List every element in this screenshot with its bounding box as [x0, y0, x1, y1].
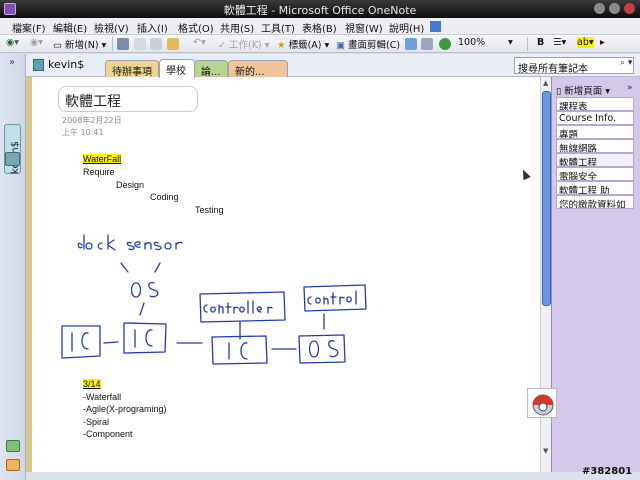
note-date-heading[interactable]: 3/14	[83, 379, 101, 389]
note-list-waterfall[interactable]: -Waterfall	[83, 392, 121, 402]
standard-toolbar: ◉▾ ◉▾ ▭ 新增(N) ▾ ↶▾ ✓ 工作(K) ▾ ★ 標籤(A) ▾ ▣…	[0, 35, 640, 53]
undo-icon[interactable]: ↶▾	[193, 37, 206, 48]
outlook-icon[interactable]	[405, 38, 417, 50]
expand-navigation-icon[interactable]: »	[9, 57, 15, 68]
page-tab-software-engineering-ta[interactable]: 軟體工程 助	[556, 181, 634, 195]
bullets-icon[interactable]: ☰▾	[553, 37, 566, 48]
note-list-agile[interactable]: -Agile(X-programing)	[83, 404, 167, 414]
menu-bar: 檔案(F) 編輯(E) 檢視(V) 插入(I) 格式(O) 共用(S) 工具(T…	[0, 18, 640, 35]
zoom-dropdown-icon[interactable]: ▾	[508, 37, 513, 48]
paste-icon[interactable]	[167, 38, 179, 50]
collapse-page-tabs-icon[interactable]: »	[627, 83, 633, 93]
audio-icon[interactable]	[421, 38, 433, 50]
notebook-icon	[5, 152, 20, 166]
title-bar: 軟體工程 - Microsoft Office OneNote	[0, 0, 640, 18]
tags-button-label: 標籤(A)	[288, 40, 322, 51]
notebook-list-icon[interactable]	[6, 459, 20, 471]
work-button-label: 工作(K)	[228, 40, 262, 51]
notebook-navigation-bar: » kevin$	[0, 54, 26, 480]
menu-insert[interactable]: 插入(I)	[137, 20, 168, 35]
close-button[interactable]	[624, 3, 635, 14]
forward-icon[interactable]: ◉▾	[30, 37, 43, 48]
menu-file[interactable]: 檔案(F)	[12, 20, 46, 35]
new-button[interactable]: ▭ 新增(N) ▾	[53, 37, 106, 51]
research-icon[interactable]	[439, 38, 451, 50]
toolbar-separator	[112, 37, 113, 51]
menu-view[interactable]: 檢視(V)	[94, 20, 129, 35]
page-tab-course-info[interactable]: Course Info.	[556, 111, 634, 125]
new-button-label: 新增(N)	[65, 40, 99, 51]
section-tab-bar: kevin$ 待辦事項 學校 論... 新的... 搜尋所有筆記本 ⌕ ▾	[26, 54, 640, 78]
new-page-button[interactable]: ▯ 新增頁面 ▾	[556, 83, 610, 97]
image-id-watermark: #382801	[582, 466, 633, 477]
page-tab-schedule[interactable]: 課程表	[556, 97, 634, 111]
notebook-icon	[33, 59, 44, 71]
page-tab-software-engineering[interactable]: 軟體工程	[556, 153, 634, 167]
highlighter-icon[interactable]: ab▾	[577, 37, 594, 48]
scrollbar-thumb[interactable]	[542, 91, 551, 306]
page-tab-payment-info[interactable]: 您的繳款資料如	[556, 195, 634, 209]
tab-todo[interactable]: 待辦事項	[105, 60, 159, 78]
bold-button[interactable]: B	[537, 37, 544, 48]
menu-edit[interactable]: 編輯(E)	[53, 20, 87, 35]
pen-tool-logo-icon	[527, 388, 557, 418]
page-canvas[interactable]: 軟體工程 2008年2月22日 上午 10:41 WaterFall Requi…	[26, 77, 540, 472]
menu-help[interactable]: 說明(H)	[389, 20, 424, 35]
cut-icon[interactable]	[134, 38, 146, 50]
help-icon[interactable]	[430, 21, 441, 32]
page-tabs-panel: ▯ 新增頁面 ▾ » 課程表 Course Info. 專題 無線網路 軟體工程…	[551, 77, 640, 472]
menu-window[interactable]: 視窗(W)	[345, 20, 383, 35]
tags-button[interactable]: ★ 標籤(A) ▾	[277, 37, 329, 51]
menu-share[interactable]: 共用(S)	[220, 20, 254, 35]
window-title: 軟體工程 - Microsoft Office OneNote	[223, 4, 417, 17]
menu-table[interactable]: 表格(B)	[302, 20, 337, 35]
work-button[interactable]: ✓ 工作(K) ▾	[218, 37, 269, 51]
page-tab-security[interactable]: 電腦安全	[556, 167, 634, 181]
search-icon[interactable]: ⌕ ▾	[620, 58, 632, 68]
screen-clip-label: 畫面剪輯(C)	[348, 40, 401, 51]
tab-new-section[interactable]: 新的...	[228, 60, 288, 78]
notebook-name[interactable]: kevin$	[48, 58, 84, 71]
screen-clip-button[interactable]: ▣ 畫面剪輯(C)	[336, 37, 400, 51]
back-icon[interactable]: ◉▾	[6, 37, 19, 48]
tab-thesis[interactable]: 論...	[194, 60, 228, 78]
toolbar-separator	[527, 37, 528, 51]
scroll-up-icon[interactable]: ▲	[543, 79, 548, 87]
notebook-tab[interactable]: kevin$	[4, 124, 21, 174]
new-page-label: 新增頁面	[564, 86, 603, 97]
bottom-status-strip	[26, 472, 640, 480]
copy-icon[interactable]	[150, 38, 162, 50]
page-tab-wireless[interactable]: 無線網路	[556, 139, 634, 153]
maximize-button[interactable]	[609, 3, 620, 14]
unfiled-notes-icon[interactable]	[6, 440, 20, 452]
note-list-component[interactable]: -Component	[83, 429, 133, 439]
tab-school[interactable]: 學校	[159, 59, 195, 78]
print-icon[interactable]	[117, 38, 129, 50]
scroll-down-icon[interactable]: ▼	[543, 447, 548, 455]
zoom-select[interactable]: 100%	[458, 37, 485, 48]
minimize-button[interactable]	[594, 3, 605, 14]
toolbar-options-icon[interactable]: ▸	[600, 37, 605, 48]
menu-format[interactable]: 格式(O)	[178, 20, 214, 35]
page-tab-project[interactable]: 專題	[556, 125, 634, 139]
menu-tools[interactable]: 工具(T)	[261, 20, 295, 35]
search-input[interactable]: 搜尋所有筆記本	[514, 57, 634, 74]
note-list-spiral[interactable]: -Spiral	[83, 417, 109, 427]
